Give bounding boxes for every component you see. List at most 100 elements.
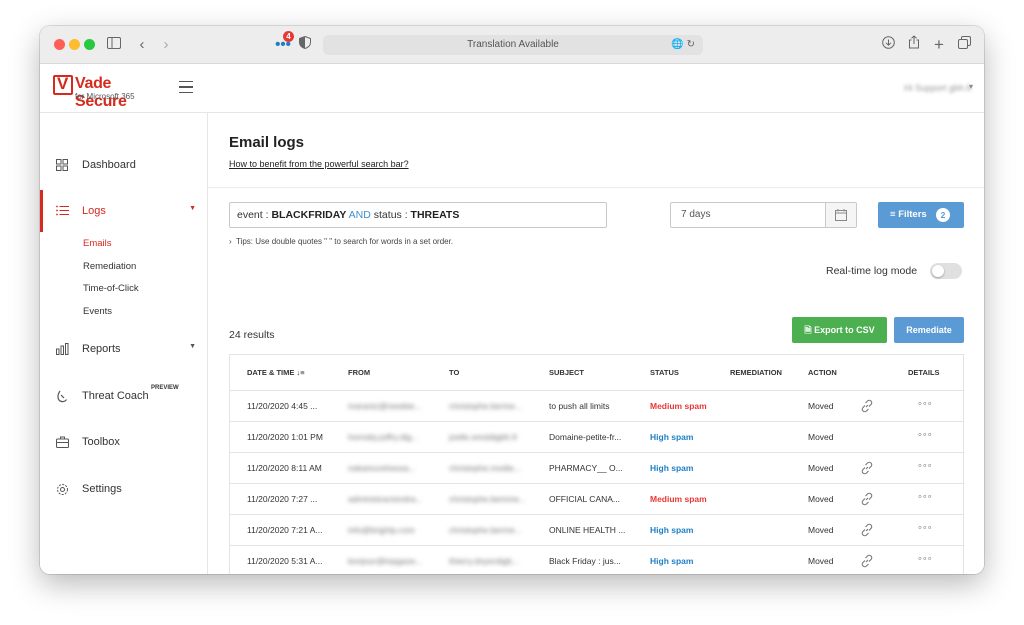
details-more-icon[interactable]: ◦◦◦ — [918, 398, 933, 410]
hamburger-menu-icon[interactable] — [179, 81, 193, 93]
cell-date: 11/20/2020 8:11 AM — [247, 463, 322, 473]
cell-subject: PHARMACY__ O... — [549, 463, 623, 473]
main-content: Email logs How to benefit from the power… — [208, 113, 984, 574]
cell-to: christophe.berme... — [449, 525, 522, 535]
sidebar-item-toolbox[interactable]: Toolbox — [40, 426, 208, 460]
header-remediation: REMEDIATION — [730, 368, 782, 377]
filters-button[interactable]: ≡ Filters 2 — [878, 202, 964, 228]
search-input[interactable]: event : BLACKFRIDAY AND status : THREATS — [229, 202, 607, 228]
gear-icon — [55, 483, 69, 497]
table-row[interactable]: 11/20/2020 8:11 AM nakamurehessa... chri… — [230, 453, 963, 484]
search-tips: › Tips: Use double quotes " " to search … — [229, 237, 454, 246]
filters-count-badge: 2 — [936, 208, 950, 222]
sidebar-subitem-time-of-click[interactable]: Time-of-Click — [83, 283, 139, 294]
user-greeting[interactable]: Hi Support gbh.fr — [904, 83, 972, 93]
details-more-icon[interactable]: ◦◦◦ — [918, 553, 933, 565]
cell-to: joelle.smoldigbh.fr — [449, 432, 518, 442]
cell-status: High spam — [650, 556, 694, 566]
link-icon[interactable] — [860, 399, 874, 413]
sidebar-item-dashboard[interactable]: Dashboard — [40, 149, 208, 183]
app-header: V Vade Secure for Microsoft 365 Hi Suppo… — [40, 64, 984, 113]
results-count: 24 results — [229, 329, 275, 341]
cell-from: nakamurehessa... — [348, 463, 416, 473]
header-to: TO — [449, 368, 460, 377]
details-more-icon[interactable]: ◦◦◦ — [918, 522, 933, 534]
cell-date: 11/20/2020 7:27 ... — [247, 494, 318, 504]
table-row[interactable]: 11/20/2020 1:01 PM hornsby.joffry.dig...… — [230, 422, 963, 453]
cell-action: Moved — [808, 432, 834, 442]
sliders-icon: ≡ — [890, 209, 896, 220]
calendar-icon[interactable] — [825, 203, 856, 227]
link-icon[interactable] — [860, 554, 874, 568]
privacy-shield-icon[interactable] — [295, 35, 315, 55]
share-icon[interactable] — [904, 35, 924, 55]
header-status: STATUS — [650, 368, 679, 377]
user-caret-icon[interactable]: ▾ — [969, 82, 973, 91]
details-more-icon[interactable]: ◦◦◦ — [918, 460, 933, 472]
address-bar[interactable]: Translation Available 🌐 ↻ — [323, 35, 703, 55]
cell-date: 11/20/2020 7:21 A... — [247, 525, 323, 535]
tab-overview-icon[interactable] — [954, 35, 974, 55]
dashboard-grid-icon — [55, 159, 69, 173]
table-row[interactable]: 11/20/2020 4:45 ... marantz@newbie... ch… — [230, 391, 963, 422]
close-window-button[interactable] — [54, 39, 65, 50]
cell-to: christophe.bemme... — [449, 494, 527, 504]
sidebar-label-settings: Settings — [82, 483, 122, 495]
reload-icon[interactable]: ↻ — [687, 39, 695, 50]
cell-subject: Black Friday : jus... — [549, 556, 621, 566]
search-help-link[interactable]: How to benefit from the powerful search … — [229, 159, 409, 169]
table-body: 11/20/2020 4:45 ... marantz@newbie... ch… — [230, 391, 963, 574]
cell-subject: ONLINE HEALTH ... — [549, 525, 626, 535]
browser-toolbar: ‹ › ••• 4 Translation Available 🌐 ↻ + — [40, 26, 984, 64]
remediate-button[interactable]: Remediate — [894, 317, 964, 343]
filters-label: Filters — [898, 209, 927, 220]
minimize-window-button[interactable] — [69, 39, 80, 50]
realtime-toggle[interactable] — [930, 263, 962, 279]
cell-to: thierry.doyerdigb... — [449, 556, 519, 566]
sidebar-subitem-remediation[interactable]: Remediation — [83, 261, 136, 272]
download-icon[interactable] — [878, 35, 898, 55]
sidebar-item-threat-coach[interactable]: Threat Coach PREVIEW — [40, 380, 208, 414]
sidebar-item-reports[interactable]: Reports ▼ — [40, 333, 208, 367]
vade-secure-logo[interactable]: V Vade Secure for Microsoft 365 — [53, 74, 161, 110]
table-header: DATE & TIME ↓≡ FROM TO SUBJECT STATUS RE… — [230, 355, 963, 391]
caret-down-icon: ▼ — [189, 205, 196, 212]
sidebar-item-settings[interactable]: Settings — [40, 473, 208, 507]
table-row[interactable]: 11/20/2020 7:21 A... info@brightp.com ch… — [230, 515, 963, 546]
back-icon[interactable]: ‹ — [132, 35, 152, 55]
link-icon[interactable] — [860, 523, 874, 537]
cell-action: Moved — [808, 525, 834, 535]
realtime-label: Real-time log mode — [826, 265, 918, 277]
date-range-select[interactable]: 7 days — [670, 202, 857, 228]
divider — [208, 187, 984, 188]
email-logs-table: DATE & TIME ↓≡ FROM TO SUBJECT STATUS RE… — [229, 354, 964, 574]
new-tab-icon[interactable]: + — [929, 35, 949, 55]
sort-desc-icon: ↓≡ — [296, 368, 305, 377]
cell-status: High spam — [650, 463, 694, 473]
header-from: FROM — [348, 368, 371, 377]
export-csv-button[interactable]: 🗎 Export to CSV — [792, 317, 887, 343]
address-text: Translation Available — [467, 39, 559, 50]
sidebar-label-threat-coach: Threat Coach — [82, 390, 149, 402]
caret-down-icon: ▼ — [189, 343, 196, 350]
table-row[interactable]: 11/20/2020 7:27 ... administractondra...… — [230, 484, 963, 515]
zoom-window-button[interactable] — [84, 39, 95, 50]
details-more-icon[interactable]: ◦◦◦ — [918, 429, 933, 441]
cell-action: Moved — [808, 401, 834, 411]
details-more-icon[interactable]: ◦◦◦ — [918, 491, 933, 503]
cell-status: High spam — [650, 432, 694, 442]
link-icon[interactable] — [860, 492, 874, 506]
sidebar-toggle-icon[interactable] — [104, 35, 124, 55]
sidebar-subitem-events[interactable]: Events — [83, 306, 112, 317]
forward-icon[interactable]: › — [156, 35, 176, 55]
threat-coach-hook-icon — [55, 390, 69, 404]
cell-from: bonjour@topgaze... — [348, 556, 423, 566]
sidebar-subitem-emails[interactable]: Emails — [83, 238, 112, 249]
sidebar-item-logs[interactable]: Logs ▼ — [40, 195, 208, 229]
file-icon: 🗎 — [804, 325, 812, 335]
table-row[interactable]: 11/20/2020 5:31 A... bonjour@topgaze... … — [230, 546, 963, 574]
translate-icon[interactable]: 🌐 — [671, 39, 683, 50]
link-icon[interactable] — [860, 461, 874, 475]
header-date-time[interactable]: DATE & TIME ↓≡ — [247, 368, 305, 377]
brand-sub: for Microsoft 365 — [75, 92, 135, 101]
